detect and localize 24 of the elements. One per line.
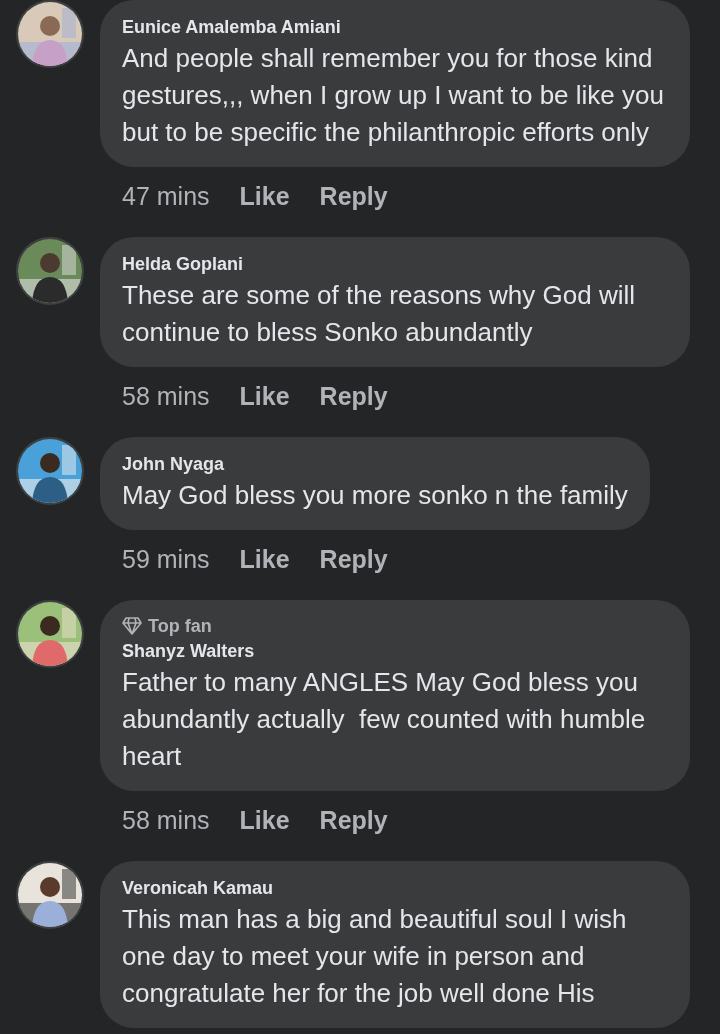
reply-link[interactable]: Reply xyxy=(319,542,388,576)
comment-text: May God bless you more sonko n the family xyxy=(122,479,628,512)
comment-text: And people shall remember you for those kind gestures,,, when I grow up I want to be like you but to be specific the philanthropic efforts only xyxy=(122,42,665,149)
comment-time: 59 mins xyxy=(122,544,210,575)
reply-link[interactable]: Reply xyxy=(319,179,388,213)
comment-text: Father to many ANGLES May God bless you abundantly actually few counted with humble heart xyxy=(122,666,647,773)
like-link[interactable]: Like xyxy=(239,542,290,576)
commenter-name[interactable]: Veronicah Kamau xyxy=(122,875,668,901)
like-link[interactable]: Like xyxy=(239,379,290,413)
comment-text: This man has a big and beautiful soul I wish one day to meet your wife in person and congratulate her for the job well done His xyxy=(122,903,628,1010)
comment-text: These are some of the reasons why God will continue to bless Sonko abundantly xyxy=(122,279,637,349)
reply-link[interactable]: Reply xyxy=(319,379,388,413)
comment-time: 47 mins xyxy=(122,181,210,212)
commenter-name[interactable]: Helda Goplani xyxy=(122,251,668,277)
commenter-name[interactable]: Eunice Amalemba Amiani xyxy=(122,14,668,40)
like-link[interactable]: Like xyxy=(239,803,290,837)
diamond-icon xyxy=(122,617,142,635)
commenter-name[interactable]: John Nyaga xyxy=(122,451,628,477)
reply-link[interactable]: Reply xyxy=(319,803,388,837)
comment-time: 58 mins xyxy=(122,805,210,836)
top-fan-label: Top fan xyxy=(148,615,212,638)
like-link[interactable]: Like xyxy=(239,179,290,213)
commenter-name[interactable]: Shanyz Walters xyxy=(122,638,668,664)
comment-time: 58 mins xyxy=(122,381,210,412)
